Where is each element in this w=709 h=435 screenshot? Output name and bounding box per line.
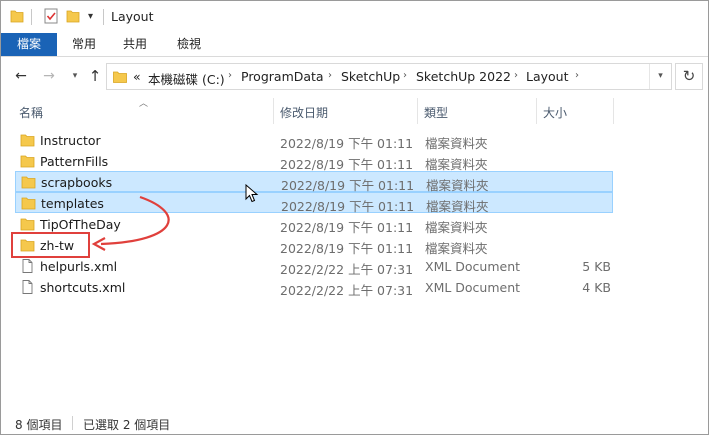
item-count: 8 個項目	[15, 418, 63, 432]
annotation-arrow	[91, 195, 170, 251]
status-divider	[72, 416, 73, 430]
selected-count: 已選取 2 個項目	[83, 418, 171, 432]
status-bar: 8 個項目 已選取 2 個項目	[1, 411, 708, 435]
explorer-window: ▾ Layout 檔案 常用 共用 檢視 ← → ▾ ↑ « 本機磁碟 (C:)…	[0, 0, 709, 435]
mouse-cursor-icon	[245, 184, 259, 203]
